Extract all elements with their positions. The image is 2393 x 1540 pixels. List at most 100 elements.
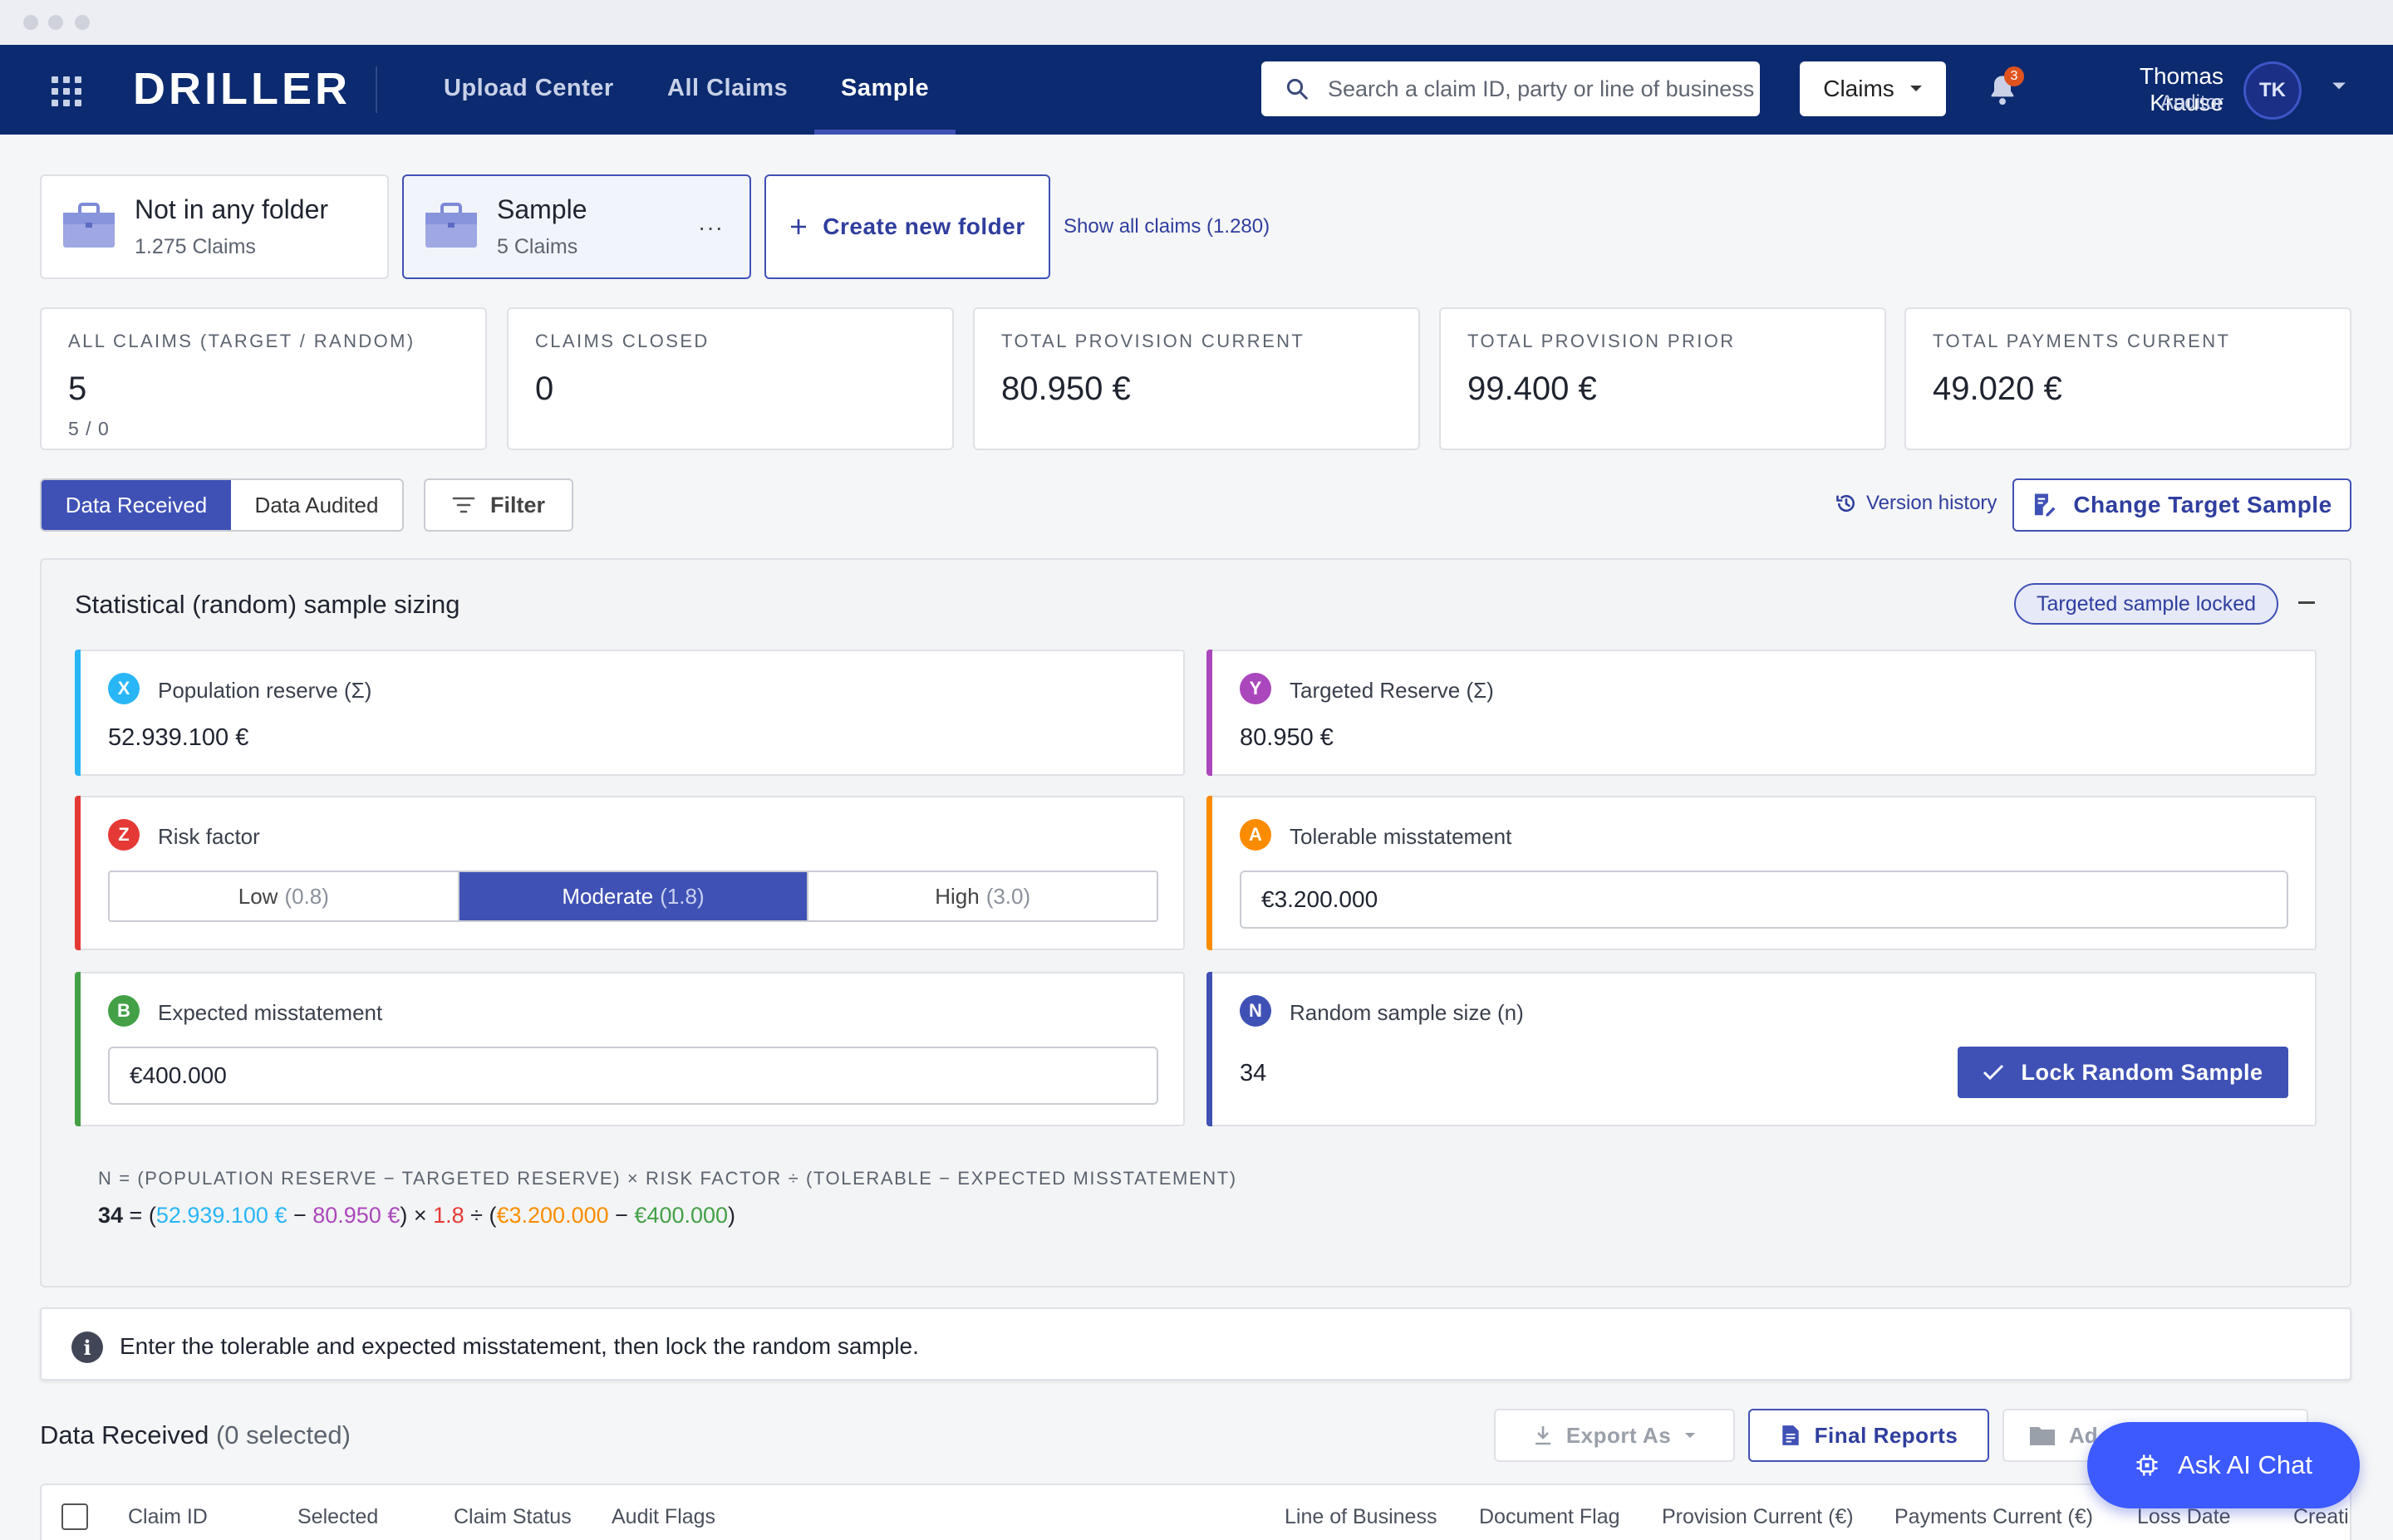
targeted-locked-status-badge: Targeted sample locked: [2014, 583, 2278, 625]
stat-card-provision-current: TOTAL PROVISION CURRENT 80.950 €: [973, 307, 1420, 450]
search-scope-dropdown[interactable]: Claims: [1800, 61, 1946, 116]
stat-value: 49.020 €: [1933, 370, 2062, 407]
stat-subvalue: 5 / 0: [68, 418, 110, 439]
tolerable-misstatement-input[interactable]: [1261, 886, 2287, 913]
formula-expected: €400.000: [634, 1203, 729, 1228]
column-header-payments-current[interactable]: Payments Current (€): [1894, 1505, 2093, 1529]
show-all-claims-link[interactable]: Show all claims (1.280): [1064, 215, 1270, 238]
nav-link-upload-center[interactable]: Upload Center: [444, 75, 614, 102]
expected-misstatement-field[interactable]: [108, 1047, 1158, 1105]
stat-label: CLAIMS CLOSED: [535, 331, 710, 351]
export-as-button[interactable]: Export As: [1494, 1409, 1735, 1462]
ask-ai-chat-button[interactable]: Ask AI Chat: [2087, 1422, 2360, 1508]
risk-option-multiplier: (1.8): [660, 883, 705, 909]
tab-data-audited[interactable]: Data Audited: [231, 480, 402, 530]
folder-count: 5 Claims: [497, 235, 578, 258]
brand-logo[interactable]: DRILLER: [133, 63, 351, 115]
ask-ai-chat-label: Ask AI Chat: [2178, 1450, 2312, 1479]
expected-misstatement-input[interactable]: [130, 1062, 1157, 1089]
risk-option-low[interactable]: Low (0.8): [110, 872, 459, 920]
stat-card-claims-closed: CLAIMS CLOSED 0: [507, 307, 954, 450]
caret-down-icon: [1685, 1432, 1696, 1438]
risk-option-multiplier: (0.8): [284, 883, 329, 909]
nav-divider: [376, 66, 377, 113]
window-close-dot[interactable]: [23, 15, 38, 30]
briefcase-icon: [425, 203, 477, 248]
final-reports-button[interactable]: Final Reports: [1748, 1409, 1989, 1462]
panel-title: Statistical (random) sample sizing: [75, 590, 460, 619]
risk-factor-label: Risk factor: [158, 824, 260, 849]
select-all-checkbox[interactable]: [61, 1503, 88, 1530]
lock-random-sample-label: Lock Random Sample: [2021, 1059, 2263, 1085]
letter-n-badge: N: [1240, 995, 1271, 1027]
nav-link-all-claims[interactable]: All Claims: [667, 75, 788, 102]
population-reserve-value: 52.939.100 €: [108, 724, 249, 751]
tolerable-misstatement-label: Tolerable misstatement: [1290, 824, 1512, 849]
folder-icon: [2030, 1427, 2055, 1445]
risk-option-label: Low: [238, 883, 278, 909]
info-icon: i: [71, 1332, 103, 1363]
letter-z-badge: Z: [108, 819, 140, 851]
tolerable-misstatement-field[interactable]: [1240, 871, 2288, 929]
stat-label: TOTAL PROVISION CURRENT: [1001, 331, 1305, 351]
version-history-link[interactable]: Version history: [1835, 492, 1997, 515]
formula-risk: 1.8: [433, 1203, 464, 1228]
targeted-reserve-tile: [1206, 650, 2317, 776]
column-header-selected[interactable]: Selected: [297, 1505, 378, 1529]
top-navbar: [0, 45, 2393, 135]
history-icon: [1836, 494, 1855, 513]
tab-data-received[interactable]: Data Received: [42, 480, 231, 530]
window-minimize-dot[interactable]: [48, 15, 63, 30]
window-titlebar: [0, 0, 2393, 45]
search-input[interactable]: [1328, 76, 1760, 102]
apps-grid-icon[interactable]: [52, 76, 81, 106]
check-icon: [1983, 1064, 2004, 1081]
risk-option-high[interactable]: High (3.0): [808, 872, 1157, 920]
column-header-line-of-business[interactable]: Line of Business: [1285, 1505, 1437, 1529]
column-header-document-flag[interactable]: Document Flag: [1479, 1505, 1620, 1529]
formula-label: N = (POPULATION RESERVE − TARGETED RESER…: [98, 1168, 1237, 1189]
section-title-label: Data Received: [40, 1420, 209, 1449]
column-header-creation[interactable]: Creati: [2293, 1505, 2350, 1529]
lock-random-sample-button[interactable]: Lock Random Sample: [1958, 1047, 2288, 1098]
folder-name: Not in any folder: [135, 194, 329, 224]
download-icon: [1535, 1426, 1550, 1445]
final-reports-label: Final Reports: [1814, 1422, 1958, 1448]
column-header-claim-id[interactable]: Claim ID: [128, 1505, 208, 1529]
column-header-provision-current[interactable]: Provision Current (€): [1662, 1505, 1854, 1529]
column-header-audit-flags[interactable]: Audit Flags: [612, 1505, 715, 1529]
column-header-claim-status[interactable]: Claim Status: [454, 1505, 572, 1529]
briefcase-icon: [63, 203, 115, 248]
filter-button[interactable]: Filter: [424, 478, 573, 532]
nav-link-sample[interactable]: Sample: [841, 75, 929, 102]
create-folder-button[interactable]: Create new folder: [764, 174, 1050, 279]
letter-y-badge: Y: [1240, 673, 1271, 704]
collapse-panel-icon[interactable]: [2298, 601, 2315, 604]
risk-option-multiplier: (3.0): [985, 883, 1031, 909]
user-avatar[interactable]: TK: [2243, 61, 2302, 120]
risk-option-moderate[interactable]: Moderate (1.8): [459, 872, 809, 920]
info-message: Enter the tolerable and expected misstat…: [120, 1333, 919, 1359]
user-role: Auditor: [2160, 91, 2223, 114]
formula-tolerable: €3.200.000: [496, 1203, 609, 1228]
folder-count: 1.275 Claims: [135, 235, 256, 258]
risk-factor-selector: Low (0.8) Moderate (1.8) High (3.0): [108, 871, 1158, 922]
filter-label: Filter: [489, 492, 545, 517]
population-reserve-label: Population reserve (Σ): [158, 678, 372, 703]
user-menu-caret-icon[interactable]: [2332, 81, 2346, 91]
report-icon: [1781, 1425, 1799, 1445]
folder-more-menu-icon[interactable]: ···: [698, 214, 724, 241]
plus-icon: [791, 219, 807, 234]
stat-card-provision-prior: TOTAL PROVISION PRIOR 99.400 €: [1439, 307, 1886, 450]
formula-part: ): [728, 1203, 736, 1228]
window-maximize-dot[interactable]: [75, 15, 90, 30]
column-header-loss-date[interactable]: Loss Date: [2137, 1505, 2231, 1529]
formula-part: −: [608, 1203, 635, 1228]
stat-label: TOTAL PROVISION PRIOR: [1467, 331, 1736, 351]
create-folder-label: Create new folder: [823, 213, 1025, 239]
change-target-sample-button[interactable]: Change Target Sample: [2012, 478, 2351, 532]
global-search[interactable]: [1261, 61, 1760, 116]
filter-icon: [452, 497, 475, 513]
active-nav-indicator: [814, 130, 956, 135]
targeted-reserve-label: Targeted Reserve (Σ): [1290, 678, 1494, 703]
